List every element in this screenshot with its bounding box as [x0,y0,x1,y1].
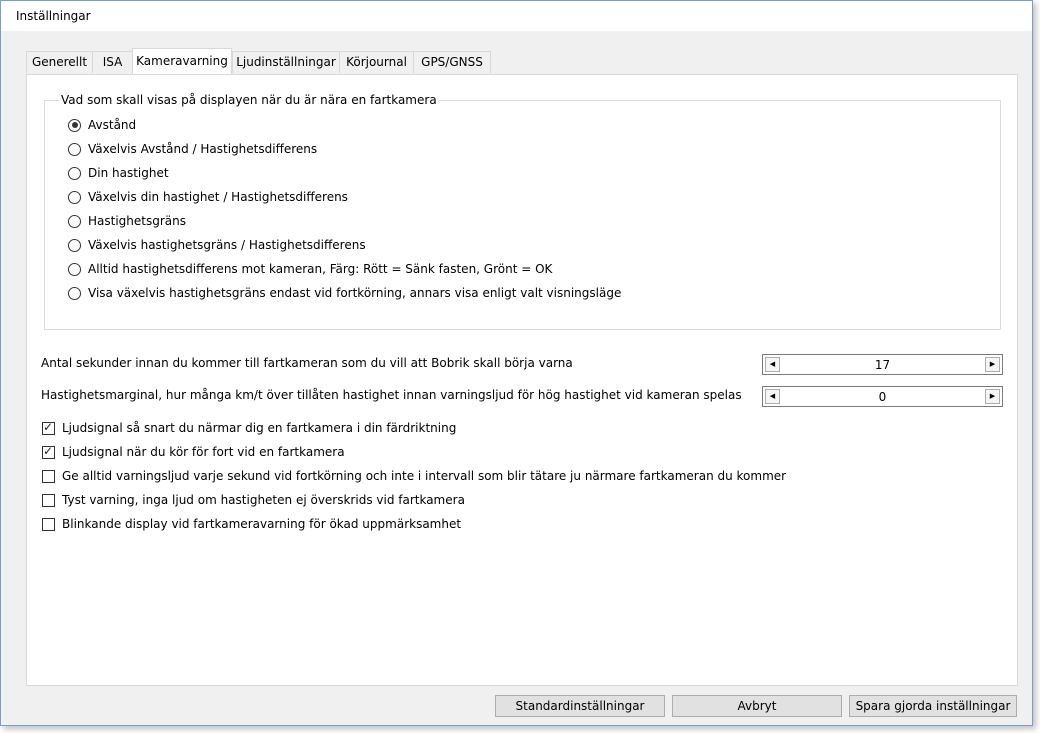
checkbox-label: Ljudsignal så snart du närmar dig en far… [62,421,457,435]
radio-label: Växelvis Avstånd / Hastighetsdifferens [88,142,318,156]
speed-margin-spinner[interactable]: ◀ 0 ▶ [762,386,1003,407]
radio-alltid-hastighetsdifferens[interactable]: Alltid hastighetsdifferens mot kameran, … [68,261,552,277]
checkbox-tyst-varning[interactable]: Tyst varning, inga ljud om hastigheten e… [42,492,465,508]
radio-vaxelvis-avstand[interactable]: Växelvis Avstånd / Hastighetsdifferens [68,141,317,157]
checkbox-label: Ge alltid varningsljud varje sekund vid … [62,469,787,483]
cancel-button[interactable]: Avbryt [672,695,842,717]
checkbox[interactable] [42,469,55,483]
radio-button[interactable] [68,142,81,156]
checkbox-varningsljud-varje-sekund[interactable]: Ge alltid varningsljud varje sekund vid … [42,468,786,484]
warn-seconds-spinner[interactable]: ◀ 17 ▶ [762,354,1003,375]
warn-seconds-value[interactable]: 17 [783,358,982,372]
checkbox-label: Ljudsignal när du kör för fort vid en fa… [62,445,345,459]
window-title: Inställningar [16,9,91,23]
display-mode-group: Vad som skall visas på displayen när du … [44,93,1001,330]
warn-seconds-label: Antal sekunder innan du kommer till fart… [41,356,573,370]
radio-label: Växelvis hastighetsgräns / Hastighetsdif… [88,238,366,252]
checkbox-blinkande-display[interactable]: Blinkande display vid fartkameravarning … [42,516,461,532]
checkbox-ljudsignal-narmar[interactable]: ✓ Ljudsignal så snart du närmar dig en f… [42,420,456,436]
checkbox-checked[interactable]: ✓ [42,419,55,435]
group-legend: Vad som skall visas på displayen när du … [59,93,439,107]
radio-vaxelvis-hastighetsgrans[interactable]: Växelvis hastighetsgräns / Hastighetsdif… [68,237,366,253]
checkbox-label: Tyst varning, inga ljud om hastigheten e… [62,493,465,507]
radio-din-hastighet[interactable]: Din hastighet [68,165,169,181]
radio-button[interactable] [68,190,81,204]
tab-ljudinstallningar[interactable]: Ljudinställningar [232,51,340,73]
radio-button[interactable] [68,214,81,228]
left-arrow-icon[interactable]: ◀ [765,389,780,404]
checkbox[interactable] [42,493,55,507]
checkbox-label: Blinkande display vid fartkameravarning … [62,517,462,531]
radio-vaxelvis-din-hastighet[interactable]: Växelvis din hastighet / Hastighetsdiffe… [68,189,348,205]
radio-label: Hastighetsgräns [88,214,186,228]
right-arrow-icon[interactable]: ▶ [985,357,1000,372]
radio-hastighetsgrans[interactable]: Hastighetsgräns [68,213,186,229]
speed-margin-value[interactable]: 0 [783,390,982,404]
tab-gps-gnss[interactable]: GPS/GNSS [413,51,491,73]
left-arrow-icon[interactable]: ◀ [765,357,780,372]
title-bar: Inställningar [1,1,1032,31]
radio-label: Din hastighet [88,166,169,180]
check-mark-icon: ✓ [43,419,54,434]
radio-visa-vaxelvis-fortkorning[interactable]: Visa växelvis hastighetsgräns endast vid… [68,285,621,301]
checkbox[interactable] [42,517,55,531]
check-mark-icon: ✓ [43,443,54,458]
tab-generellt[interactable]: Generellt [26,51,93,73]
radio-label: Växelvis din hastighet / Hastighetsdiffe… [88,190,348,204]
radio-button[interactable] [68,262,81,276]
radio-button[interactable] [68,238,81,252]
checkbox-checked[interactable]: ✓ [42,443,55,459]
settings-window: Inställningar Generellt ISA Kameravarnin… [0,0,1033,726]
radio-button-selected[interactable] [68,118,81,132]
radio-button[interactable] [68,166,81,180]
radio-label: Visa växelvis hastighetsgräns endast vid… [88,286,622,300]
speed-margin-label: Hastighetsmarginal, hur många km/t över … [41,388,742,402]
checkbox-ljudsignal-fort[interactable]: ✓ Ljudsignal när du kör för fort vid en … [42,444,345,460]
defaults-button[interactable]: Standardinställningar [495,695,665,717]
right-arrow-icon[interactable]: ▶ [985,389,1000,404]
radio-label: Avstånd [88,118,137,132]
radio-avstand[interactable]: Avstånd [68,117,136,133]
radio-label: Alltid hastighetsdifferens mot kameran, … [88,262,553,276]
tab-panel-kameravarning: Vad som skall visas på displayen när du … [26,74,1018,686]
save-button[interactable]: Spara gjorda inställningar [849,695,1017,717]
tab-isa[interactable]: ISA [92,51,133,73]
tab-korjournal[interactable]: Körjournal [339,51,414,73]
tab-kameravarning[interactable]: Kameravarning [132,48,232,74]
radio-button[interactable] [68,286,81,300]
